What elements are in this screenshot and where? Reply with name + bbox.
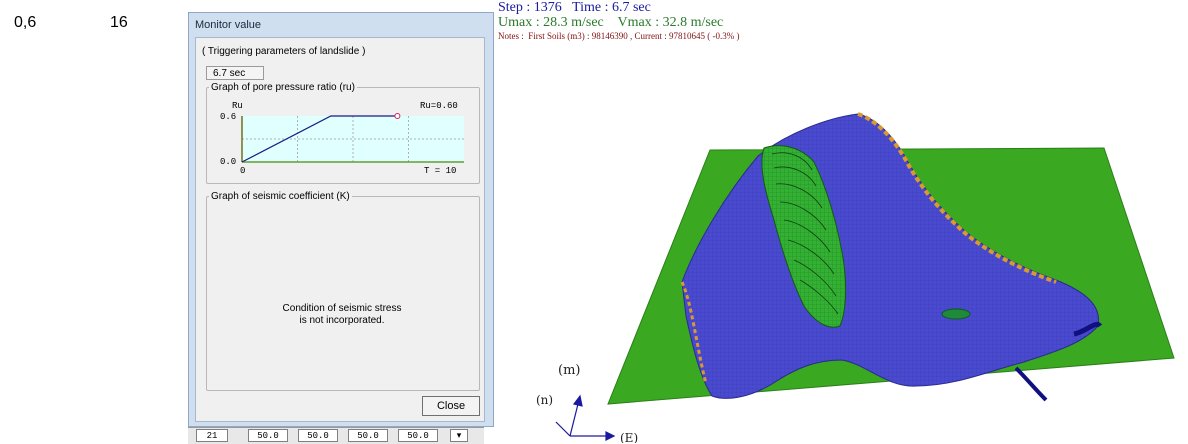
table-cell[interactable]: 50.0 xyxy=(298,429,338,442)
y-tick-top: 0.6 xyxy=(220,112,236,122)
window-body: ( Triggering parameters of landslide ) 6… xyxy=(195,37,485,422)
window-title: Monitor value xyxy=(195,19,262,31)
seismic-group: Graph of seismic coefficient (K) xyxy=(206,191,480,391)
seismic-legend: Graph of seismic coefficient (K) xyxy=(211,191,350,202)
axis-y-mark-icon: (m) xyxy=(558,363,580,378)
dark-edge-bottom xyxy=(1014,366,1048,402)
table-cell[interactable]: 50.0 xyxy=(348,429,388,442)
y-axis-label: Ru xyxy=(232,101,243,111)
x-tick-origin: 0 xyxy=(240,166,245,176)
small-slide-patch xyxy=(941,308,971,320)
dropdown-arrow-icon[interactable]: ▾ xyxy=(450,429,468,442)
time-value-field: 6.7 sec xyxy=(206,66,264,80)
ru-value-label: Ru=0.60 xyxy=(420,101,458,111)
axis-n-mark-icon: (n) xyxy=(536,393,553,407)
left-side-value: 0,6 xyxy=(14,14,37,31)
step-time-readout: Step : 1376 Time : 6.7 sec xyxy=(498,0,651,15)
close-button[interactable]: Close xyxy=(422,396,480,416)
pore-pressure-chart: Ru 0.6 0.0 0 Ru=0.60 T = 10 xyxy=(220,101,464,176)
parameter-table-row: 21 50.0 50.0 50.0 50.0 ▾ xyxy=(188,427,484,444)
y-tick-bottom: 0.0 xyxy=(220,157,236,167)
trigger-subtitle: ( Triggering parameters of landslide ) xyxy=(202,46,366,57)
t-label: T = 10 xyxy=(424,166,456,176)
table-cell[interactable]: 21 xyxy=(196,429,228,442)
right-side-value: 16 xyxy=(110,14,128,31)
table-cell[interactable]: 50.0 xyxy=(248,429,288,442)
pore-pressure-legend: Graph of pore pressure ratio (ru) xyxy=(211,82,355,93)
velocity-readout: Umax : 28.3 m/sec Vmax : 32.8 m/sec xyxy=(498,15,724,30)
landslide-3d-view: (m) (n) (E) xyxy=(536,112,1175,443)
monitor-window: Monitor value ( Triggering parameters of… xyxy=(188,12,494,427)
axis-e-mark-icon: (E) xyxy=(620,431,638,443)
table-cell[interactable]: 50.0 xyxy=(398,429,438,442)
seismic-note: Condition of seismic stress is not incor… xyxy=(282,303,402,326)
axis-triad xyxy=(555,394,616,441)
ru-end-marker xyxy=(394,113,401,119)
notes-readout: Notes : First Soils (m3) : 98146390 , Cu… xyxy=(498,31,740,41)
